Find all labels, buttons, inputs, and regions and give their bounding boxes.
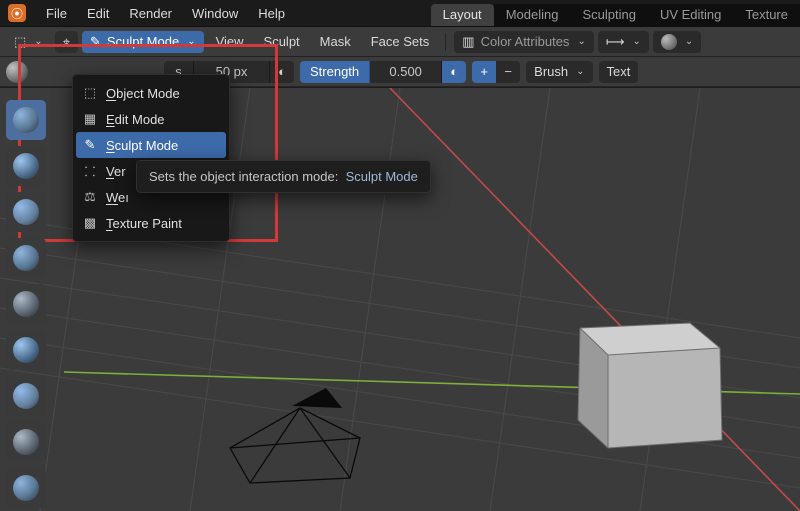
header-menu-facesets[interactable]: Face Sets — [363, 31, 438, 53]
tab-texture[interactable]: Texture — [733, 4, 800, 26]
mode-option-label: Sculpt Mode — [106, 138, 178, 153]
snap-icon: ⟼ — [606, 34, 625, 50]
mode-dropdown-menu: ⬚ Object Mode ▦ Edit Mode ✎ Sculpt Mode … — [72, 74, 230, 242]
separator — [445, 33, 446, 51]
texture-paint-icon: ▩ — [82, 215, 98, 231]
mode-option-label: Ver — [106, 164, 126, 179]
texture-popover-label: Text — [607, 64, 631, 79]
shading-button[interactable]: ⌄ — [653, 31, 701, 53]
tab-sculpting[interactable]: Sculpting — [570, 4, 647, 26]
tool-clay-strips[interactable] — [6, 238, 46, 278]
brush-sphere-icon — [13, 337, 39, 363]
mode-option-edit[interactable]: ▦ Edit Mode — [76, 106, 226, 132]
tool-draw-sharp[interactable] — [6, 146, 46, 186]
header-menu-mask[interactable]: Mask — [312, 31, 359, 53]
mode-option-label: Object Mode — [106, 86, 180, 101]
brush-sphere-icon — [13, 107, 39, 133]
chevron-down-icon: ⌄ — [632, 36, 640, 47]
matcap-sphere-icon — [661, 34, 677, 50]
blender-logo-icon: ⦿ — [8, 4, 26, 22]
chevron-down-icon: ⌄ — [577, 36, 585, 47]
direction-group: + − — [472, 61, 520, 83]
axis-x — [390, 88, 800, 511]
direction-subtract-button[interactable]: − — [496, 61, 520, 83]
tab-layout[interactable]: Layout — [431, 4, 494, 26]
strength-field-group: Strength 0.500 ◐ — [300, 61, 466, 83]
tab-uvediting[interactable]: UV Editing — [648, 4, 733, 26]
menu-window[interactable]: Window — [182, 0, 248, 26]
brush-sphere-icon — [13, 199, 39, 225]
camera-object[interactable] — [230, 388, 360, 483]
weight-paint-icon: ⚖ — [82, 189, 98, 205]
tool-layer[interactable] — [6, 330, 46, 370]
chevron-down-icon: ⌄ — [685, 36, 693, 47]
edit-mode-icon: ▦ — [82, 111, 98, 127]
color-attr-selector[interactable]: ▥ Color Attributes ⌄ — [454, 31, 594, 53]
color-attr-label: Color Attributes — [481, 34, 570, 49]
brush-sphere-icon — [13, 383, 39, 409]
brush-sphere-icon — [13, 245, 39, 271]
tab-modeling[interactable]: Modeling — [494, 4, 571, 26]
menu-edit[interactable]: Edit — [77, 0, 119, 26]
strength-pressure-toggle[interactable]: ◐ — [442, 61, 466, 83]
tooltip-value: Sculpt Mode — [346, 169, 418, 184]
strength-label: Strength — [300, 61, 370, 83]
cube-object[interactable] — [578, 323, 722, 448]
tooltip: Sets the object interaction mode: Sculpt… — [136, 160, 431, 193]
swatch-icon: ▥ — [462, 34, 474, 50]
brush-popover[interactable]: Brush ⌄ — [526, 61, 592, 83]
workspace-tabs: Layout Modeling Sculpting UV Editing Tex… — [431, 0, 800, 26]
tool-blob[interactable] — [6, 422, 46, 462]
brush-sphere-icon — [13, 153, 39, 179]
mode-option-object[interactable]: ⬚ Object Mode — [76, 80, 226, 106]
pen-pressure-icon: ◐ — [278, 64, 286, 79]
brush-sphere-icon — [13, 475, 39, 501]
pen-pressure-icon: ◐ — [450, 64, 458, 79]
tool-crease[interactable] — [6, 468, 46, 508]
tool-inflate[interactable] — [6, 376, 46, 416]
chevron-down-icon: ⌄ — [576, 66, 584, 77]
tool-draw[interactable] — [6, 100, 46, 140]
mode-option-label: Weı — [106, 190, 129, 205]
top-menubar: ⦿ File Edit Render Window Help Layout Mo… — [0, 0, 800, 27]
mode-option-label: Texture Paint — [106, 216, 182, 231]
sculpt-mode-icon: ✎ — [82, 137, 98, 153]
texture-popover[interactable]: Text — [599, 61, 639, 83]
mode-option-texture-paint[interactable]: ▩ Texture Paint — [76, 210, 226, 236]
snap-button[interactable]: ⟼ ⌄ — [598, 31, 649, 53]
toolbar-left — [6, 100, 46, 508]
strength-value[interactable]: 0.500 — [370, 61, 442, 83]
brush-sphere-icon — [13, 291, 39, 317]
mode-option-sculpt[interactable]: ✎ Sculpt Mode — [76, 132, 226, 158]
brush-sphere-icon — [13, 429, 39, 455]
menu-help[interactable]: Help — [248, 0, 295, 26]
mode-option-label: Edit Mode — [106, 112, 165, 127]
vertex-paint-icon: ⸬ — [82, 162, 98, 180]
menu-render[interactable]: Render — [119, 0, 182, 26]
tooltip-text: Sets the object interaction mode: — [149, 169, 338, 184]
menu-file[interactable]: File — [36, 0, 77, 26]
tool-clay-thumb[interactable] — [6, 284, 46, 324]
brush-popover-label: Brush — [534, 64, 568, 79]
tool-clay[interactable] — [6, 192, 46, 232]
direction-add-button[interactable]: + — [472, 61, 496, 83]
object-mode-icon: ⬚ — [82, 85, 98, 101]
